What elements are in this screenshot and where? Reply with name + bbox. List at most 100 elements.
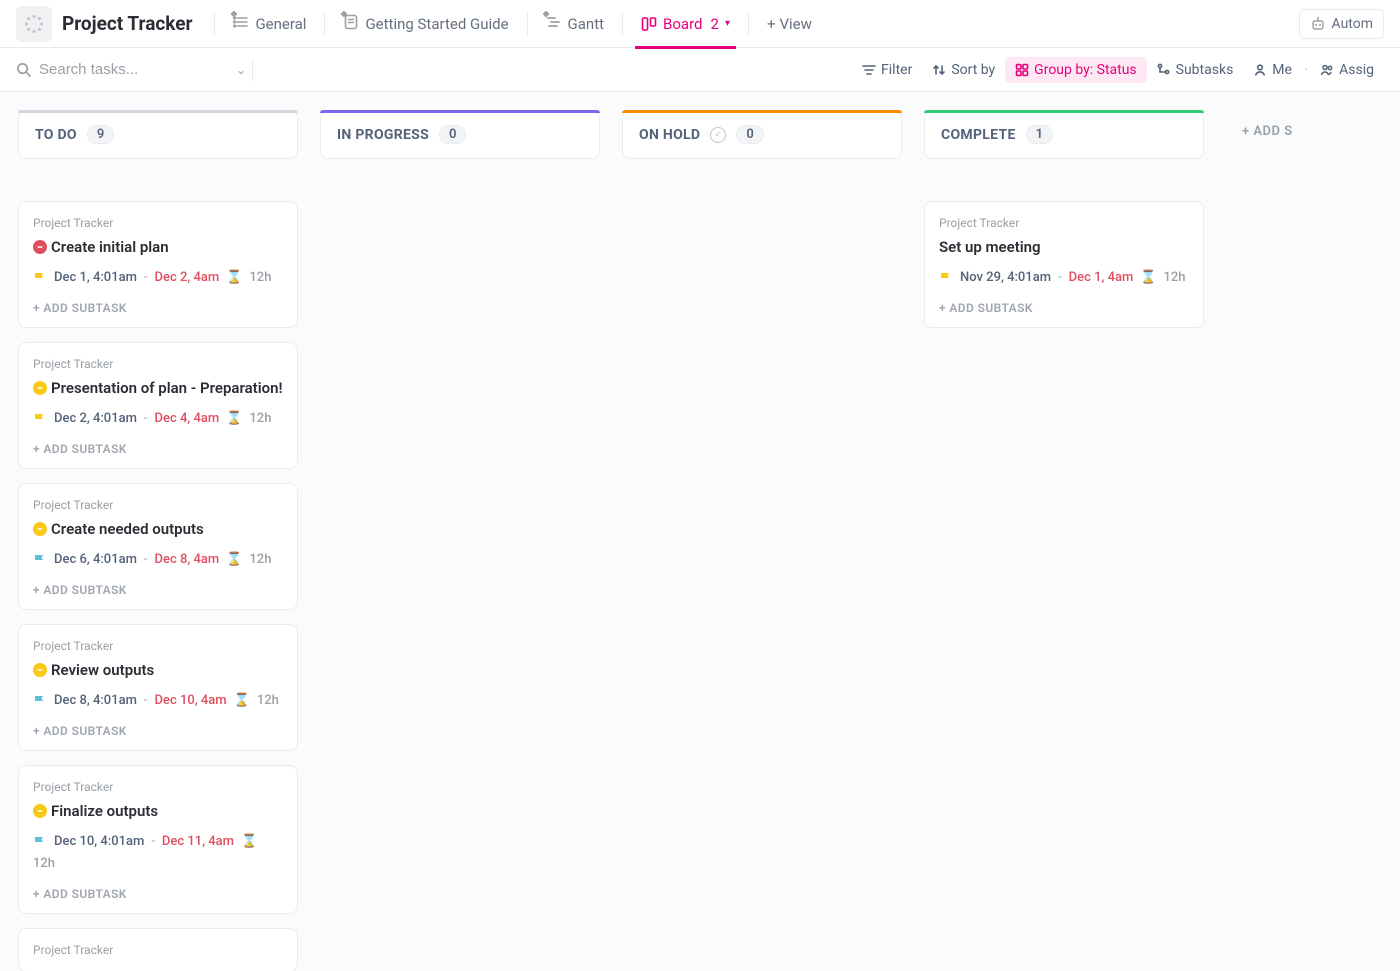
divider (214, 12, 215, 36)
app-header: Project Tracker General Getting Started … (0, 0, 1400, 48)
tab-board[interactable]: Board 2 ▾ (627, 0, 744, 48)
column-count: 0 (736, 125, 763, 144)
automations-button[interactable]: Autom (1299, 9, 1384, 39)
board-area: TO DO 9 Project Tracker Create initial p… (0, 92, 1400, 971)
tab-label: Getting Started Guide (365, 15, 508, 33)
tab-count: 2 (711, 15, 719, 33)
duration: 12h (249, 270, 271, 285)
due-date: Dec 2, 4am (155, 270, 220, 285)
subtasks-icon (1157, 63, 1171, 77)
toolbar: ⌄ Filter Sort by Group by: Status Subtas… (0, 48, 1400, 92)
due-date: Dec 4, 4am (155, 411, 220, 426)
hourglass-icon: ⌛ (226, 411, 242, 426)
add-subtask-button[interactable]: + ADD SUBTASK (33, 724, 283, 738)
flag-icon (33, 412, 47, 426)
gantt-icon (546, 14, 562, 30)
duration: 12h (257, 693, 279, 708)
start-date: Dec 10, 4:01am (54, 834, 144, 849)
board-icon (641, 16, 657, 32)
divider (527, 12, 528, 36)
card-meta: Nov 29, 4:01am - Dec 1, 4am ⌛ 12h (939, 270, 1189, 285)
date-dash: - (151, 834, 155, 849)
duration: 12h (249, 411, 271, 426)
project-logo[interactable] (16, 6, 52, 42)
column-hold: ON HOLD ✓ 0 (622, 110, 902, 201)
robot-icon (1310, 16, 1326, 32)
people-icon (1320, 63, 1334, 77)
sort-button[interactable]: Sort by (922, 57, 1005, 83)
due-date: Dec 1, 4am (1069, 270, 1134, 285)
add-subtask-button[interactable]: + ADD SUBTASK (939, 301, 1189, 315)
search-input[interactable] (39, 61, 169, 78)
hourglass-icon: ⌛ (226, 552, 242, 567)
column-count: 0 (439, 125, 466, 144)
tab-general[interactable]: General (219, 0, 320, 48)
hourglass-icon: ⌛ (1140, 270, 1156, 285)
card-project: Project Tracker (33, 357, 283, 371)
add-view-label: View (779, 15, 811, 33)
task-card[interactable]: Project Tracker Review outputs Dec 8, 4:… (18, 624, 298, 751)
column-header-hold[interactable]: ON HOLD ✓ 0 (622, 110, 902, 159)
column-title: ON HOLD (639, 127, 700, 143)
column-title: IN PROGRESS (337, 127, 429, 143)
column-header-complete[interactable]: COMPLETE 1 (924, 110, 1204, 159)
person-icon (1253, 63, 1267, 77)
divider (252, 59, 253, 81)
subtasks-button[interactable]: Subtasks (1147, 57, 1244, 83)
hourglass-icon: ⌛ (226, 270, 242, 285)
duration: 12h (33, 856, 55, 871)
column-progress: IN PROGRESS 0 (320, 110, 600, 201)
tab-label: Gantt (568, 15, 604, 33)
card-title: Create needed outputs (51, 520, 204, 538)
project-title[interactable]: Project Tracker (62, 12, 192, 35)
tab-getting-started[interactable]: Getting Started Guide (329, 0, 522, 48)
group-label: Group by: Status (1034, 62, 1136, 78)
task-card[interactable]: Project Tracker Presentation of plan - P… (18, 342, 298, 469)
add-view-button[interactable]: + View (753, 15, 826, 33)
task-card[interactable]: Project Tracker Create needed outputs De… (18, 483, 298, 610)
column-todo: TO DO 9 Project Tracker Create initial p… (18, 110, 298, 971)
start-date: Dec 8, 4:01am (54, 693, 137, 708)
column-header-todo[interactable]: TO DO 9 (18, 110, 298, 159)
chevron-down-icon[interactable]: ⌄ (236, 63, 246, 77)
add-subtask-button[interactable]: + ADD SUBTASK (33, 887, 283, 901)
me-button[interactable]: Me (1243, 57, 1302, 83)
task-card[interactable]: Project Tracker Finalize outputs Dec 10,… (18, 765, 298, 914)
columns-row: TO DO 9 Project Tracker Create initial p… (18, 110, 1400, 971)
separator-dot: · (1304, 60, 1308, 79)
column-header-progress[interactable]: IN PROGRESS 0 (320, 110, 600, 159)
card-project: Project Tracker (33, 639, 283, 653)
task-card[interactable]: Project Tracker (18, 928, 298, 971)
tab-gantt[interactable]: Gantt (532, 0, 618, 48)
status-dot-icon (33, 663, 47, 677)
card-project: Project Tracker (33, 943, 283, 957)
filter-icon (862, 63, 876, 77)
chevron-down-icon: ▾ (725, 18, 730, 29)
filter-button[interactable]: Filter (852, 57, 922, 83)
status-dot-icon (33, 804, 47, 818)
task-card[interactable]: Project Tracker Set up meeting Nov 29, 4… (924, 201, 1204, 328)
flag-icon (33, 553, 47, 567)
plus-icon: + (767, 15, 776, 33)
card-project: Project Tracker (33, 216, 283, 230)
tab-label: Board (663, 15, 702, 33)
search-wrap: ⌄ (16, 61, 246, 78)
list-icon (233, 14, 249, 30)
sort-icon (932, 63, 946, 77)
group-by-button[interactable]: Group by: Status (1005, 57, 1146, 83)
hourglass-icon: ⌛ (241, 834, 257, 849)
card-meta: Dec 1, 4:01am - Dec 2, 4am ⌛ 12h (33, 270, 283, 285)
assignees-button[interactable]: Assig (1310, 57, 1384, 83)
add-subtask-button[interactable]: + ADD SUBTASK (33, 583, 283, 597)
add-subtask-button[interactable]: + ADD SUBTASK (33, 442, 283, 456)
add-status-button[interactable]: + ADD S (1226, 110, 1400, 153)
date-dash: - (144, 270, 148, 285)
doc-icon (343, 14, 359, 30)
status-dot-icon (33, 240, 47, 254)
task-card[interactable]: Project Tracker Create initial plan Dec … (18, 201, 298, 328)
add-subtask-button[interactable]: + ADD SUBTASK (33, 301, 283, 315)
column-count: 9 (87, 125, 114, 144)
divider (748, 12, 749, 36)
status-dot-icon (33, 522, 47, 536)
duration: 12h (249, 552, 271, 567)
